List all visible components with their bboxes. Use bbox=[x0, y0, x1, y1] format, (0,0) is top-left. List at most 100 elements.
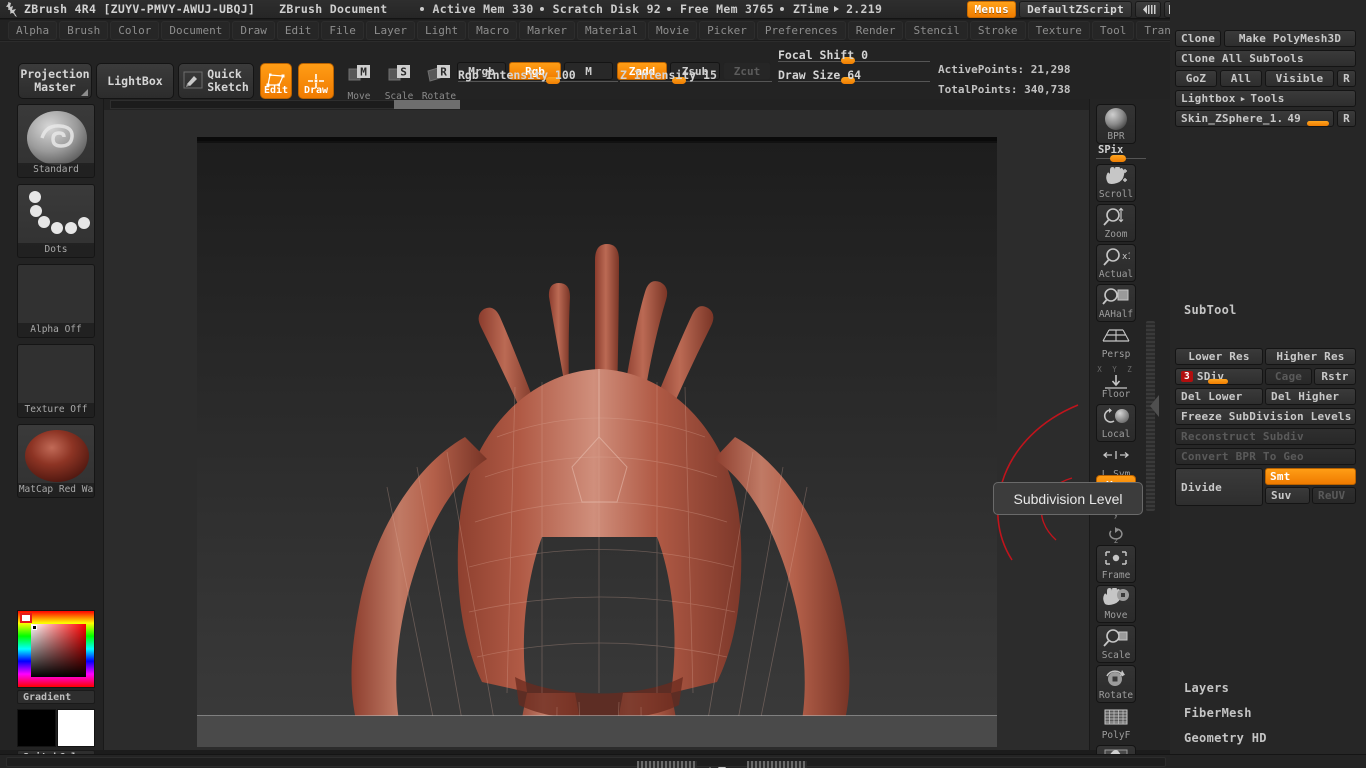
visible-button[interactable]: Visible bbox=[1265, 70, 1334, 87]
saturation-field[interactable] bbox=[31, 624, 86, 677]
slider-knob[interactable] bbox=[1208, 379, 1228, 384]
tray-expand-arrow-icon[interactable] bbox=[1150, 395, 1159, 417]
floor-button[interactable]: X Y Z Floor bbox=[1096, 364, 1136, 402]
zscript-button[interactable]: DefaultZScript bbox=[1019, 1, 1132, 18]
color-selector-box[interactable] bbox=[20, 613, 32, 623]
menu-item-edit[interactable]: Edit bbox=[276, 20, 320, 40]
scroll-left-icon[interactable] bbox=[1135, 1, 1161, 18]
current-tool-slider[interactable]: Skin_ZSphere_1. 49 bbox=[1175, 110, 1334, 127]
reconstruct-subdiv-button[interactable]: Reconstruct Subdiv bbox=[1175, 428, 1356, 445]
menu-item-layer[interactable]: Layer bbox=[365, 20, 415, 40]
cage-button[interactable]: Cage bbox=[1265, 368, 1312, 385]
scroll-up-arrow-icon[interactable] bbox=[705, 759, 715, 768]
menu-item-marker[interactable]: Marker bbox=[519, 20, 575, 40]
color-picker[interactable] bbox=[17, 610, 95, 688]
menu-item-color[interactable]: Color bbox=[110, 20, 160, 40]
texture-swatch[interactable]: Texture Off bbox=[17, 344, 95, 418]
spix-slider[interactable]: SPix bbox=[1096, 144, 1146, 162]
menu-item-file[interactable]: File bbox=[321, 20, 364, 40]
stroke-swatch[interactable]: Dots bbox=[17, 184, 95, 258]
aahalf-button[interactable]: AAHalf bbox=[1096, 284, 1136, 322]
menu-item-alpha[interactable]: Alpha bbox=[8, 20, 58, 40]
layers-section-header[interactable]: Layers bbox=[1184, 681, 1229, 695]
slider-knob[interactable] bbox=[1307, 121, 1329, 126]
tool-r-button[interactable]: R bbox=[1337, 110, 1356, 127]
menu-item-macro[interactable]: Macro bbox=[468, 20, 518, 40]
actual-size-button[interactable]: x1 Actual bbox=[1096, 244, 1136, 282]
menu-item-picker[interactable]: Picker bbox=[699, 20, 755, 40]
move-nav-button[interactable]: Move bbox=[1096, 585, 1136, 623]
menus-button[interactable]: Menus bbox=[967, 1, 1017, 18]
model-viewport[interactable] bbox=[197, 137, 997, 747]
rotate-z-icon[interactable]: z bbox=[1096, 523, 1136, 547]
scale-mode-button[interactable]: S Scale bbox=[380, 63, 418, 103]
suv-button[interactable]: Suv bbox=[1265, 487, 1310, 504]
rotate-mode-button[interactable]: R Rotate bbox=[420, 63, 458, 103]
rgb-intensity-slider[interactable]: Rgb Intensity 100 bbox=[458, 68, 618, 87]
draw-size-slider[interactable]: Draw Size 64 bbox=[778, 68, 930, 87]
del-higher-button[interactable]: Del Higher bbox=[1265, 388, 1356, 405]
menu-item-light[interactable]: Light bbox=[416, 20, 467, 40]
lightbox-tools-button[interactable]: Lightbox ▸ Tools bbox=[1175, 90, 1356, 107]
menu-item-texture[interactable]: Texture bbox=[1027, 20, 1090, 40]
scroll-down-arrow-icon[interactable] bbox=[717, 759, 727, 768]
edit-mode-button[interactable]: Edit bbox=[260, 63, 292, 99]
menu-item-tool[interactable]: Tool bbox=[1091, 20, 1135, 40]
bottom-scroll-track[interactable] bbox=[6, 757, 1166, 768]
subtool-section-header[interactable]: SubTool bbox=[1184, 303, 1237, 317]
freeze-subdivision-button[interactable]: Freeze SubDivision Levels bbox=[1175, 408, 1356, 425]
quick-sketch-button[interactable]: Quick Sketch bbox=[178, 63, 254, 99]
menu-item-preferences[interactable]: Preferences bbox=[756, 20, 846, 40]
color-cursor[interactable] bbox=[32, 625, 37, 630]
projection-master-button[interactable]: Projection Master bbox=[18, 63, 92, 99]
z-intensity-slider[interactable]: Z Intensity 15 bbox=[620, 68, 772, 87]
del-lower-button[interactable]: Del Lower bbox=[1175, 388, 1263, 405]
higher-res-button[interactable]: Higher Res bbox=[1265, 348, 1356, 365]
secondary-color-swatch[interactable] bbox=[57, 709, 95, 747]
scroll-grip-left[interactable] bbox=[637, 761, 697, 768]
fibermesh-section-header[interactable]: FiberMesh bbox=[1184, 706, 1252, 720]
material-swatch[interactable]: MatCap Red Wa bbox=[17, 424, 95, 498]
primary-color-swatch[interactable] bbox=[17, 709, 56, 747]
menu-item-stroke[interactable]: Stroke bbox=[969, 20, 1026, 40]
zoom-button[interactable]: Zoom bbox=[1096, 204, 1136, 242]
menu-item-brush[interactable]: Brush bbox=[59, 20, 109, 40]
menu-item-material[interactable]: Material bbox=[576, 20, 646, 40]
persp-button[interactable]: Persp bbox=[1096, 324, 1136, 362]
bottom-scrollbar[interactable] bbox=[0, 754, 1366, 768]
menu-item-render[interactable]: Render bbox=[847, 20, 904, 40]
goz-r-button[interactable]: R bbox=[1337, 70, 1356, 87]
menu-item-draw[interactable]: Draw bbox=[232, 20, 275, 40]
geometry-hd-section-header[interactable]: Geometry HD bbox=[1184, 731, 1267, 745]
focal-shift-slider[interactable]: Focal Shift 0 bbox=[778, 48, 930, 67]
menu-item-document[interactable]: Document bbox=[161, 20, 231, 40]
frame-button[interactable]: Frame bbox=[1096, 545, 1136, 583]
alpha-swatch[interactable]: Alpha Off bbox=[17, 264, 95, 338]
polyframe-button[interactable]: PolyF bbox=[1096, 705, 1136, 743]
slider-knob[interactable] bbox=[1110, 155, 1126, 162]
canvas-area[interactable] bbox=[104, 99, 1089, 750]
draw-mode-button[interactable]: Draw bbox=[298, 63, 334, 99]
move-mode-button[interactable]: M Move bbox=[340, 63, 378, 103]
local-button[interactable]: Local bbox=[1096, 404, 1136, 442]
goz-button[interactable]: GoZ bbox=[1175, 70, 1217, 87]
document-canvas[interactable] bbox=[197, 137, 997, 747]
lower-res-button[interactable]: Lower Res bbox=[1175, 348, 1263, 365]
scale-nav-button[interactable]: Scale bbox=[1096, 625, 1136, 663]
rotate-nav-button[interactable]: Rotate bbox=[1096, 665, 1136, 703]
scroll-button[interactable]: Scroll bbox=[1096, 164, 1136, 202]
sdiv-slider[interactable]: 3 SDiv bbox=[1175, 368, 1263, 385]
convert-bpr-button[interactable]: Convert BPR To Geo bbox=[1175, 448, 1356, 465]
divide-button[interactable]: Divide bbox=[1175, 468, 1263, 506]
clone-button[interactable]: Clone bbox=[1175, 30, 1221, 47]
scroll-grip-right[interactable] bbox=[747, 761, 807, 768]
gradient-button[interactable]: Gradient bbox=[17, 690, 95, 704]
rstr-button[interactable]: Rstr bbox=[1314, 368, 1356, 385]
brush-swatch[interactable]: Standard bbox=[17, 104, 95, 178]
smt-button[interactable]: Smt bbox=[1265, 468, 1356, 485]
all-button[interactable]: All bbox=[1220, 70, 1262, 87]
lightbox-button[interactable]: LightBox bbox=[96, 63, 174, 99]
make-polymesh3d-button[interactable]: Make PolyMesh3D bbox=[1224, 30, 1356, 47]
clone-all-subtools-button[interactable]: Clone All SubTools bbox=[1175, 50, 1356, 67]
bpr-render-button[interactable]: BPR bbox=[1096, 104, 1136, 144]
